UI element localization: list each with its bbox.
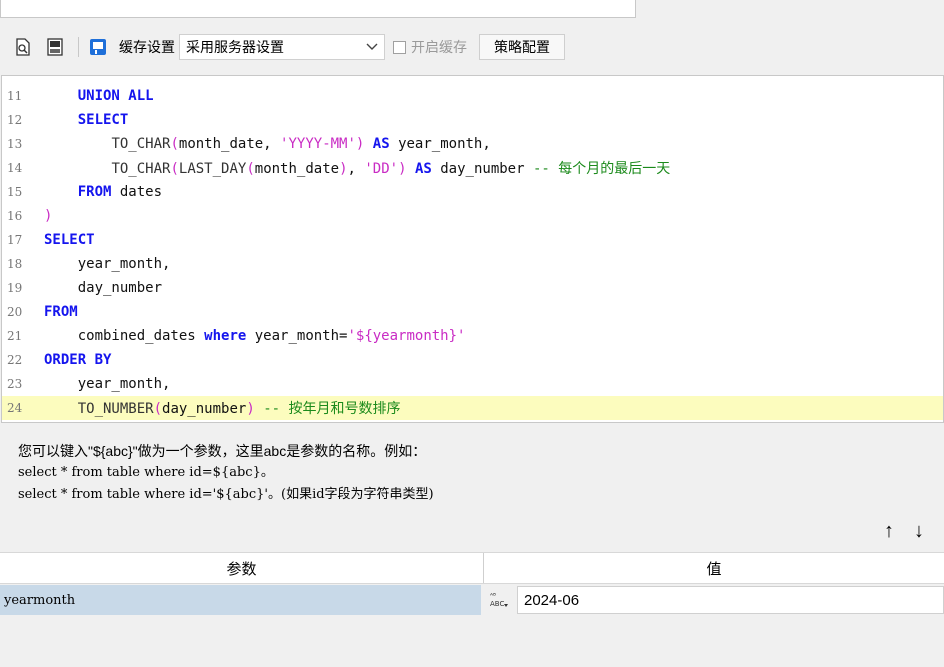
code-line-current: 24 TO_NUMBER(day_number) -- 按年月和号数排序	[2, 396, 943, 420]
toolbar: 缓存设置 采用服务器设置 开启缓存 策略配置	[0, 28, 944, 66]
param-value-cell: ᴬᴮ ABC 2024-06	[481, 585, 944, 615]
line-number: 20	[7, 305, 23, 319]
sql-editor[interactable]: 11 UNION ALL 12 SELECT 13 TO_CHAR(month_…	[1, 75, 944, 423]
line-number: 16	[7, 209, 23, 223]
parameter-hint: 您可以键入"${abc}"做为一个参数，这里abc是参数的名称。例如： sele…	[18, 440, 434, 506]
cache-settings-label: 缓存设置	[119, 39, 175, 55]
cache-icon	[87, 36, 109, 58]
reorder-controls: ↑ ↓	[884, 520, 924, 543]
code-line: 18 year_month,	[2, 252, 943, 276]
line-number: 14	[7, 161, 23, 175]
line-number: 17	[7, 233, 23, 247]
code-line: 16)	[2, 204, 943, 228]
line-number: 11	[7, 89, 23, 103]
line-number: 13	[7, 137, 23, 151]
hint-line-1: 您可以键入"${abc}"做为一个参数，这里abc是参数的名称。例如：	[18, 443, 427, 459]
line-number: 19	[7, 281, 23, 295]
column-header-value[interactable]: 值	[484, 553, 944, 583]
code-line: 21 combined_dates where year_month='${ye…	[2, 324, 943, 348]
param-name-cell[interactable]: yearmonth	[0, 585, 481, 615]
arrow-up-icon[interactable]: ↑	[884, 520, 894, 543]
abc-type-icon[interactable]: ᴬᴮ ABC	[481, 590, 517, 610]
table-row[interactable]: yearmonth ᴬᴮ ABC 2024-06	[0, 585, 944, 615]
preview-icon[interactable]	[12, 36, 34, 58]
hint-line-2: select * from table where id=${abc}。	[18, 465, 274, 480]
code-line: 22 ORDER BY	[2, 348, 943, 372]
code-line: 19 day_number	[2, 276, 943, 300]
hint-line-3: select * from table where id='${abc}'。(如…	[18, 487, 434, 502]
code-line: 17 SELECT	[2, 228, 943, 252]
line-number: 18	[7, 257, 23, 271]
chevron-down-icon[interactable]	[360, 35, 384, 59]
code-line: 12 SELECT	[2, 108, 943, 132]
code-line: 11 UNION ALL	[2, 84, 943, 108]
line-number: 12	[7, 113, 23, 127]
line-number: 22	[7, 353, 23, 367]
param-value-input[interactable]: 2024-06	[517, 586, 944, 614]
svg-text:ABC: ABC	[490, 600, 504, 608]
arrow-down-icon[interactable]: ↓	[914, 520, 924, 543]
column-header-param[interactable]: 参数	[0, 553, 484, 583]
line-number: 21	[7, 329, 23, 343]
toolbar-divider	[78, 37, 79, 57]
line-number: 24	[7, 401, 23, 415]
cache-mode-value: 采用服务器设置	[186, 39, 284, 55]
sql-icon[interactable]	[44, 36, 66, 58]
code-line: 14 TO_CHAR(LAST_DAY(month_date), 'DD') A…	[2, 156, 943, 180]
enable-cache-label: 开启缓存	[411, 39, 467, 55]
code-line: 23 year_month,	[2, 372, 943, 396]
name-field[interactable]	[0, 0, 636, 18]
enable-cache-checkbox[interactable]: 开启缓存	[393, 37, 467, 57]
checkbox-box[interactable]	[393, 40, 406, 54]
strategy-config-button[interactable]: 策略配置	[479, 34, 565, 60]
code-line: 20 FROM	[2, 300, 943, 324]
code-line: 15 FROM dates	[2, 180, 943, 204]
params-table-header: 参数 值	[0, 552, 944, 584]
line-number: 23	[7, 377, 23, 391]
cache-mode-select[interactable]: 采用服务器设置	[179, 34, 385, 60]
line-number: 15	[7, 185, 23, 199]
code-line: 13 TO_CHAR(month_date, 'YYYY-MM') AS yea…	[2, 132, 943, 156]
svg-text:ᴬᴮ: ᴬᴮ	[490, 592, 496, 600]
